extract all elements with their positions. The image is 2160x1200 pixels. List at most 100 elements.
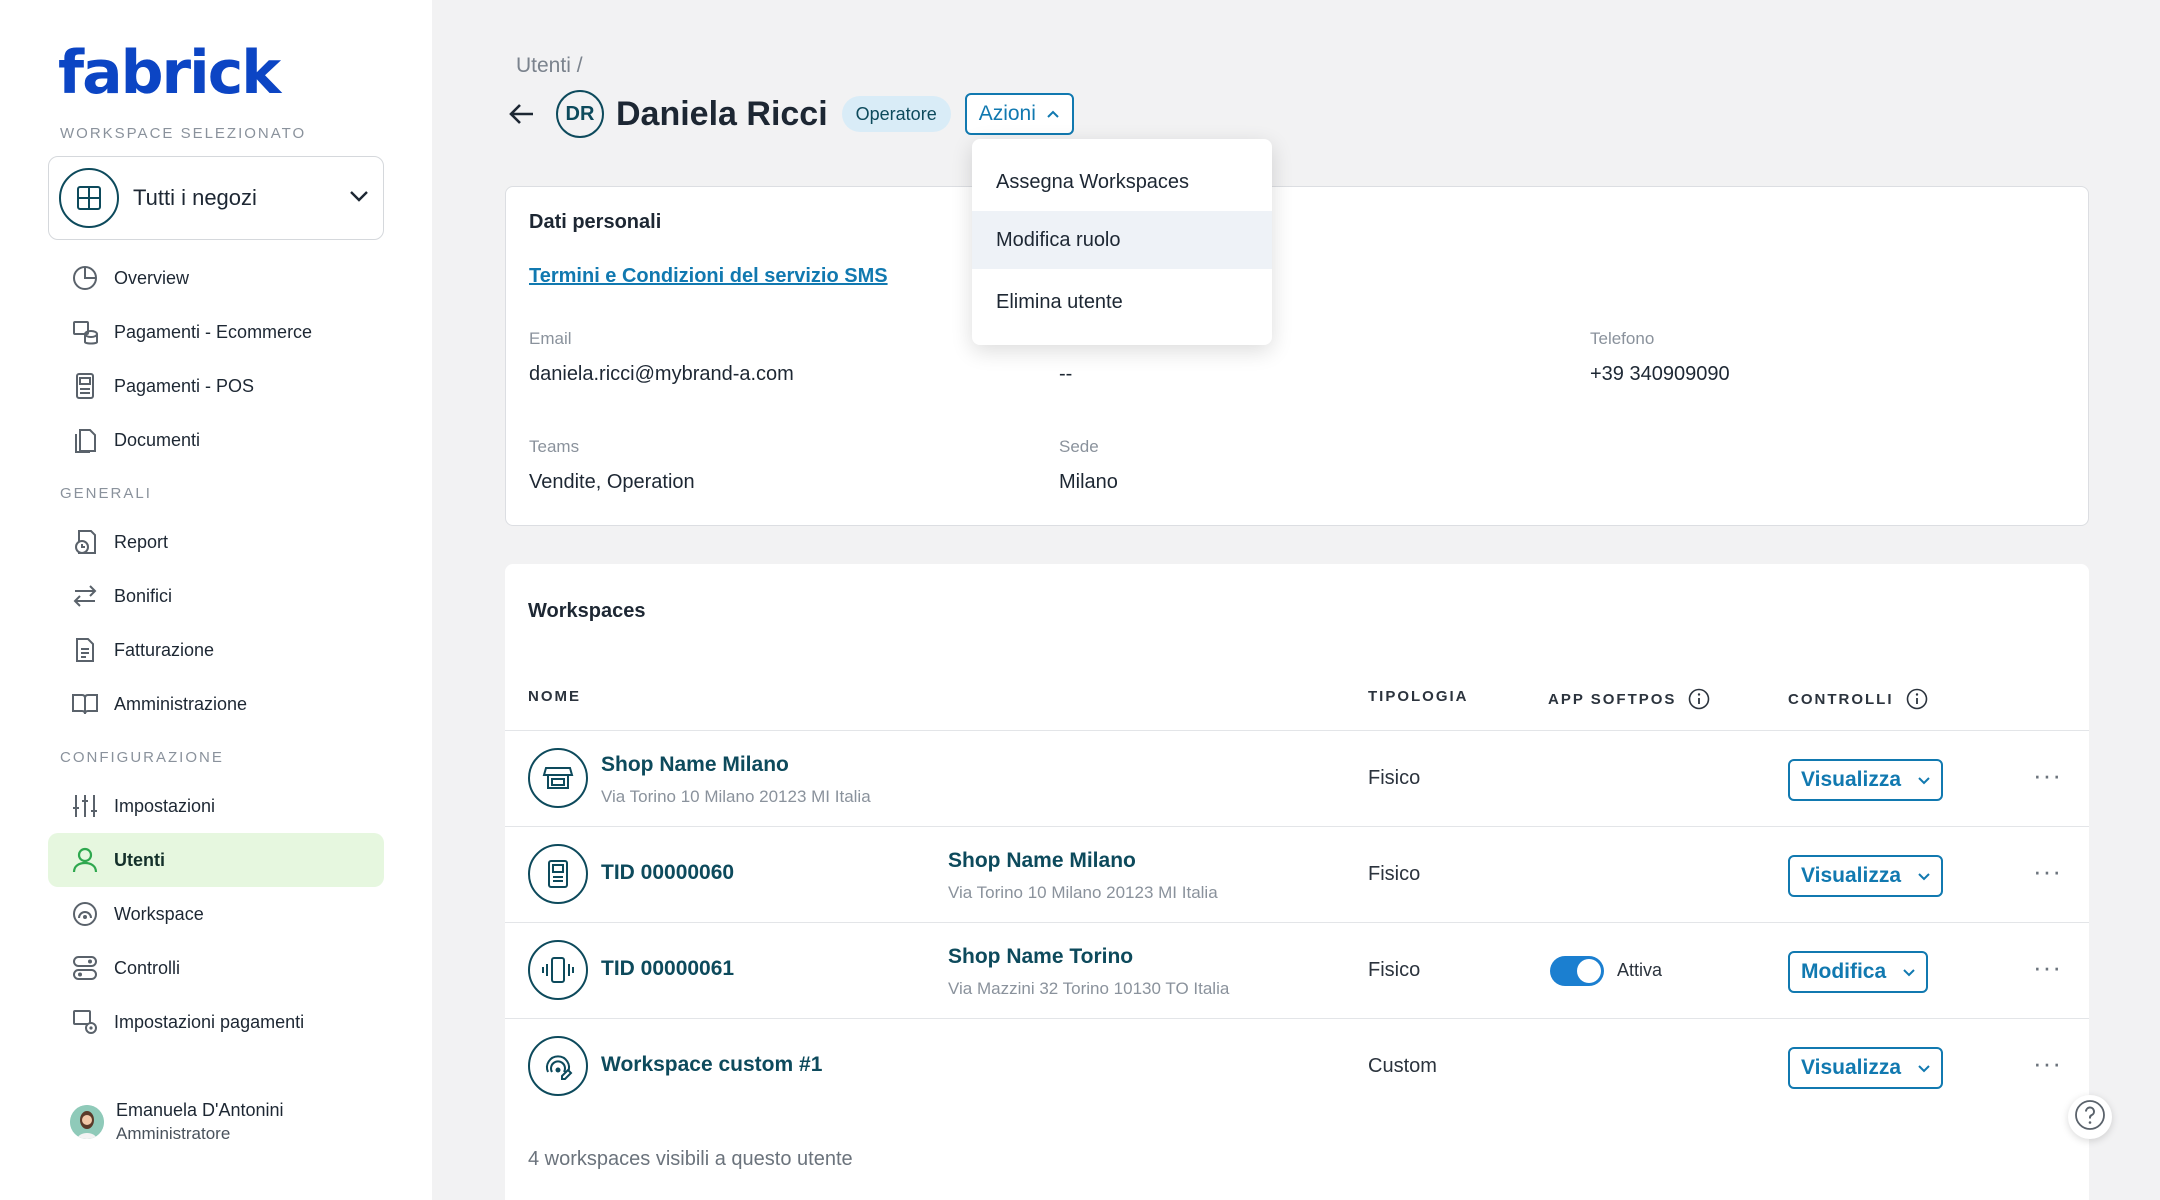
column-header-softpos[interactable]: APP SOFTPOS xyxy=(1548,688,1710,710)
sidebar-item-bonifici[interactable]: Bonifici xyxy=(48,569,384,623)
control-button-label: Visualizza xyxy=(1801,864,1901,887)
control-dropdown-button[interactable]: Visualizza xyxy=(1788,855,1943,897)
parent-shop-address: Via Torino 10 Milano 20123 MI Italia xyxy=(948,883,1218,902)
sidebar-item-impostazioni[interactable]: Impostazioni xyxy=(48,779,384,833)
control-dropdown-button[interactable]: Visualizza xyxy=(1788,1047,1943,1089)
more-options-icon[interactable]: ··· xyxy=(2033,954,2062,980)
workspaces-count: 4 workspaces visibili a questo utente xyxy=(528,1148,853,1170)
sidebar: fabrick WORKSPACE SELEZIONATO Tutti i ne… xyxy=(0,0,432,1200)
sidebar-item-impostazioni-pagamenti[interactable]: Impostazioni pagamenti xyxy=(48,995,384,1049)
payment-settings-icon xyxy=(70,1007,100,1037)
back-arrow-icon[interactable] xyxy=(508,100,536,128)
menu-item-assign-workspaces[interactable]: Assegna Workspaces xyxy=(972,153,1272,211)
table-row[interactable]: TID 00000060 Shop Name Milano Via Torino… xyxy=(505,826,2089,922)
sidebar-item-label: Controlli xyxy=(114,957,181,978)
pos-terminal-icon xyxy=(528,844,588,904)
email-value: daniela.ricci@mybrand-a.com xyxy=(529,363,794,385)
sidebar-item-workspace[interactable]: Workspace xyxy=(48,887,384,941)
empty-field-value: -- xyxy=(1059,363,1073,385)
column-header-label: NOME xyxy=(528,688,581,705)
sidebar-item-pagamenti-ecommerce[interactable]: Pagamenti - Ecommerce xyxy=(48,305,384,359)
sidebar-item-label: Overview xyxy=(114,267,190,288)
sidebar-item-report[interactable]: Report xyxy=(48,515,384,569)
fabrick-logo[interactable]: fabrick xyxy=(58,38,281,108)
page-title: Daniela Ricci xyxy=(616,94,828,133)
sidebar-item-fatturazione[interactable]: Fatturazione xyxy=(48,623,384,677)
personal-data-title: Dati personali xyxy=(529,211,662,233)
transfer-arrows-icon xyxy=(70,581,100,611)
sidebar-item-controlli[interactable]: Controlli xyxy=(48,941,384,995)
parent-shop-link[interactable]: Shop Name Torino xyxy=(948,945,1133,969)
more-options-icon[interactable]: ··· xyxy=(2033,1050,2062,1076)
sidebar-item-label: Impostazioni xyxy=(114,795,216,816)
sidebar-item-label: Workspace xyxy=(114,903,204,924)
user-icon xyxy=(70,845,100,875)
role-badge: Operatore xyxy=(841,96,951,132)
workspace-name-link[interactable]: TID 00000061 xyxy=(601,957,734,981)
sidebar-item-label: Impostazioni pagamenti xyxy=(114,1011,305,1032)
more-options-icon[interactable]: ··· xyxy=(2033,762,2062,788)
column-header-controlli[interactable]: CONTROLLI xyxy=(1788,688,1928,710)
workspaces-title: Workspaces xyxy=(528,600,646,622)
menu-item-delete-user[interactable]: Elimina utente xyxy=(972,273,1272,331)
control-button-label: Modifica xyxy=(1801,960,1887,983)
sidebar-item-label: Amministrazione xyxy=(114,693,248,714)
column-header-nome[interactable]: NOME xyxy=(528,688,581,705)
sidebar-item-label: Pagamenti - POS xyxy=(114,375,255,396)
sidebar-item-overview[interactable]: Overview xyxy=(48,251,384,305)
sidebar-item-label: Fatturazione xyxy=(114,639,215,660)
workspace-name-link[interactable]: TID 00000060 xyxy=(601,861,734,885)
workspace-name-link[interactable]: Workspace custom #1 xyxy=(601,1053,822,1077)
sidebar-item-label: Bonifici xyxy=(114,585,173,606)
softpos-toggle[interactable] xyxy=(1550,956,1604,986)
menu-item-edit-role[interactable]: Modifica ruolo xyxy=(972,211,1272,269)
column-header-label: TIPOLOGIA xyxy=(1368,688,1469,705)
control-dropdown-button[interactable]: Visualizza xyxy=(1788,759,1943,801)
user-header: DR Daniela Ricci Operatore Azioni xyxy=(508,88,1074,140)
user-avatar xyxy=(70,1105,104,1139)
help-button[interactable] xyxy=(2068,1095,2112,1139)
info-icon[interactable] xyxy=(1906,688,1928,710)
sidebar-item-label: Pagamenti - Ecommerce xyxy=(114,321,313,342)
sidebar-item-amministrazione[interactable]: Amministrazione xyxy=(48,677,384,731)
sidebar-item-documenti[interactable]: Documenti xyxy=(48,413,384,467)
workspace-type: Fisico xyxy=(1368,767,1421,789)
sede-label: Sede xyxy=(1059,437,1099,456)
column-header-tipologia[interactable]: TIPOLOGIA xyxy=(1368,688,1469,705)
table-row[interactable]: TID 00000061 Shop Name Torino Via Mazzin… xyxy=(505,922,2089,1018)
softpos-status: Attiva xyxy=(1617,960,1663,980)
workspace-name-link[interactable]: Shop Name Milano xyxy=(601,753,789,777)
invoice-icon xyxy=(70,635,100,665)
report-icon xyxy=(70,527,100,557)
current-user[interactable]: Emanuela D'Antonini Amministratore xyxy=(70,1100,284,1144)
workspace-type: Custom xyxy=(1368,1055,1437,1077)
user-name: Emanuela D'Antonini xyxy=(116,1100,284,1120)
help-icon xyxy=(2074,1099,2106,1136)
info-icon[interactable] xyxy=(1688,688,1710,710)
workspace-select[interactable]: Tutti i negozi xyxy=(48,156,384,240)
chevron-down-icon xyxy=(1917,776,1931,785)
sms-terms-link[interactable]: Termini e Condizioni del servizio SMS xyxy=(529,265,888,288)
section-configurazione: CONFIGURAZIONE xyxy=(60,749,224,766)
workspace-type: Fisico xyxy=(1368,959,1421,981)
teams-value: Vendite, Operation xyxy=(529,471,695,493)
store-icon xyxy=(528,748,588,808)
phone-label: Telefono xyxy=(1590,329,1655,348)
column-header-label: CONTROLLI xyxy=(1788,690,1894,708)
column-header-label: APP SOFTPOS xyxy=(1548,690,1677,708)
phone-value: +39 340909090 xyxy=(1590,363,1730,385)
table-row[interactable]: Shop Name Milano Via Torino 10 Milano 20… xyxy=(505,730,2089,826)
more-options-icon[interactable]: ··· xyxy=(2033,858,2062,884)
book-icon xyxy=(70,689,100,719)
email-label: Email xyxy=(529,329,572,348)
table-row[interactable]: Workspace custom #1 Custom Visualizza ··… xyxy=(505,1018,2089,1114)
sidebar-item-pagamenti-pos[interactable]: Pagamenti - POS xyxy=(48,359,384,413)
breadcrumb[interactable]: Utenti / xyxy=(516,54,583,78)
chevron-up-icon xyxy=(1046,110,1060,119)
parent-shop-link[interactable]: Shop Name Milano xyxy=(948,849,1136,873)
actions-button[interactable]: Azioni xyxy=(964,93,1074,135)
sidebar-item-utenti[interactable]: Utenti xyxy=(48,833,384,887)
chevron-down-icon xyxy=(1917,1064,1931,1073)
control-button-label: Visualizza xyxy=(1801,768,1901,791)
control-dropdown-button[interactable]: Modifica xyxy=(1788,951,1929,993)
